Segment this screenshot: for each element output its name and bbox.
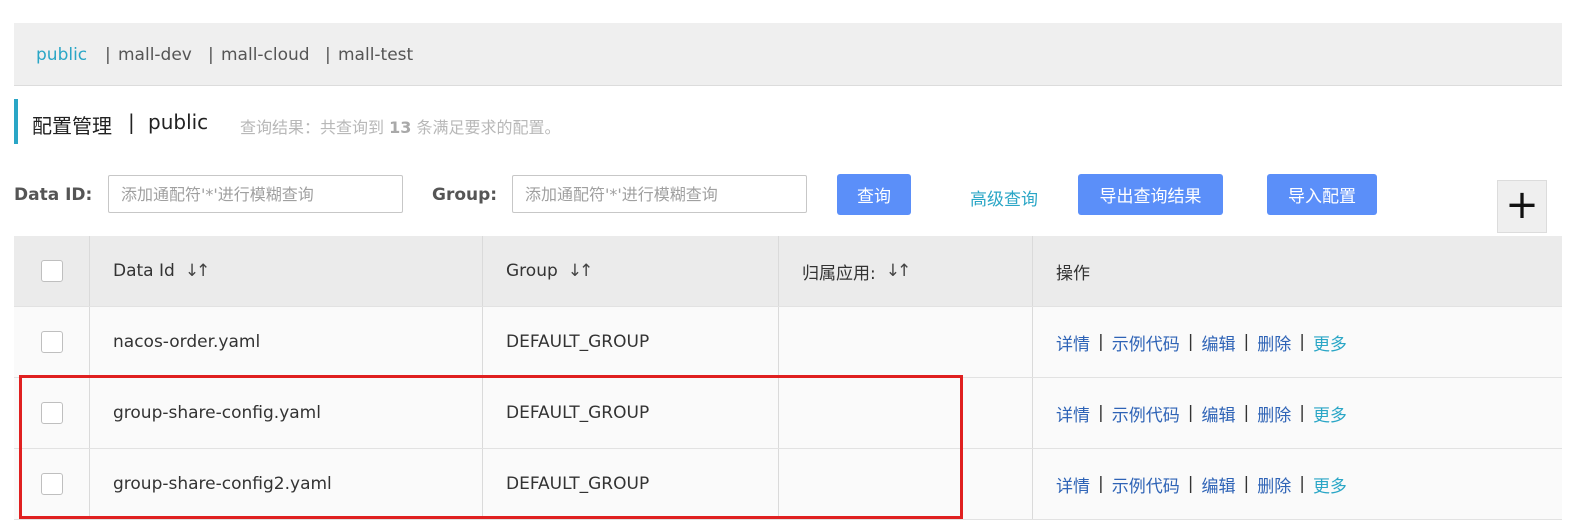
cell-group: DEFAULT_GROUP — [483, 307, 779, 377]
result-suffix: 条满足要求的配置。 — [416, 118, 561, 137]
action-separator: | — [1243, 474, 1250, 494]
title-separator: | — [128, 110, 135, 134]
sort-icon[interactable]: ↓↑ — [568, 261, 593, 281]
plus-icon: + — [1505, 182, 1539, 228]
cell-app — [779, 378, 1033, 448]
cell-actions: 详情 | 示例代码 | 编辑 | 删除 | 更多 — [1033, 378, 1562, 448]
namespace-bar: public | mall-dev | mall-cloud | mall-te… — [14, 23, 1562, 86]
table-row: group-share-config.yaml DEFAULT_GROUP 详情… — [14, 378, 1562, 449]
sort-icon[interactable]: ↓↑ — [886, 261, 911, 281]
group-input[interactable] — [512, 175, 807, 213]
cell-data-id: group-share-config.yaml — [90, 378, 483, 448]
table-row: nacos-order.yaml DEFAULT_GROUP 详情 | 示例代码 | 编… — [14, 307, 1562, 378]
action-separator: | — [1098, 332, 1104, 352]
detail-link[interactable]: 详情 — [1056, 330, 1090, 355]
data-id-input[interactable] — [108, 175, 403, 213]
cell-group: DEFAULT_GROUP — [483, 449, 779, 519]
column-header-label: 归属应用: — [802, 263, 876, 284]
cell-data-id: group-share-config2.yaml — [90, 449, 483, 519]
row-checkbox[interactable] — [40, 331, 63, 353]
page-title: 配置管理 — [32, 114, 112, 138]
result-count: 13 — [389, 118, 412, 137]
select-all-cell — [14, 236, 90, 306]
detail-link[interactable]: 详情 — [1056, 472, 1090, 497]
namespace-separator: | — [325, 45, 331, 65]
action-separator: | — [1187, 332, 1194, 352]
column-header-label: 操作 — [1056, 263, 1090, 284]
edit-link[interactable]: 编辑 — [1201, 330, 1235, 355]
delete-link[interactable]: 删除 — [1257, 472, 1291, 497]
cell-app — [779, 449, 1033, 519]
page-header: 配置管理 | public 查询结果：共查询到 13 条满足要求的配置。 — [14, 99, 1114, 144]
delete-link[interactable]: 删除 — [1257, 330, 1291, 355]
config-table: Data Id ↓↑ Group ↓↑ 归属应用: ↓↑ 操作 nacos-order… — [14, 236, 1562, 520]
column-header-app[interactable]: 归属应用: ↓↑ — [779, 236, 1033, 306]
select-all-checkbox[interactable] — [40, 260, 63, 282]
cell-group: DEFAULT_GROUP — [483, 378, 779, 448]
action-separator: | — [1243, 332, 1250, 352]
namespace-separator: | — [208, 45, 214, 65]
group-label: Group: — [432, 185, 498, 205]
import-config-button[interactable]: 导入配置 — [1267, 174, 1377, 215]
namespace-separator: | — [105, 45, 111, 65]
column-header-label: Data Id — [113, 261, 175, 281]
namespace-tab-mall-cloud[interactable]: mall-cloud — [221, 45, 310, 65]
cell-data-id: nacos-order.yaml — [90, 307, 483, 377]
action-separator: | — [1187, 474, 1194, 494]
action-separator: | — [1098, 474, 1104, 494]
action-separator: | — [1187, 403, 1194, 423]
action-separator: | — [1299, 403, 1305, 423]
row-checkbox[interactable] — [40, 473, 63, 495]
query-result-summary: 查询结果：共查询到 13 条满足要求的配置。 — [240, 114, 560, 138]
title-accent-bar — [14, 99, 18, 144]
column-header-actions: 操作 — [1033, 236, 1562, 306]
namespace-tab-mall-test[interactable]: mall-test — [338, 45, 413, 65]
action-separator: | — [1299, 474, 1305, 494]
more-link[interactable]: 更多 — [1313, 330, 1347, 355]
column-header-data-id[interactable]: Data Id ↓↑ — [90, 236, 483, 306]
cell-actions: 详情 | 示例代码 | 编辑 | 删除 | 更多 — [1033, 307, 1562, 377]
table-row: group-share-config2.yaml DEFAULT_GROUP 详… — [14, 449, 1562, 520]
edit-link[interactable]: 编辑 — [1201, 401, 1235, 426]
namespace-tab-public[interactable]: public — [36, 45, 87, 65]
column-header-label: Group — [506, 261, 558, 281]
delete-link[interactable]: 删除 — [1257, 401, 1291, 426]
sample-code-link[interactable]: 示例代码 — [1112, 401, 1180, 426]
sort-icon[interactable]: ↓↑ — [185, 261, 210, 281]
row-checkbox[interactable] — [40, 402, 63, 424]
detail-link[interactable]: 详情 — [1056, 401, 1090, 426]
row-select-cell — [14, 307, 90, 377]
export-results-button[interactable]: 导出查询结果 — [1078, 174, 1223, 215]
current-namespace: public — [148, 110, 209, 134]
sample-code-link[interactable]: 示例代码 — [1112, 472, 1180, 497]
advanced-query-link[interactable]: 高级查询 — [970, 185, 1038, 210]
action-separator: | — [1098, 403, 1104, 423]
more-link[interactable]: 更多 — [1313, 472, 1347, 497]
action-separator: | — [1299, 332, 1305, 352]
query-button[interactable]: 查询 — [837, 174, 911, 215]
namespace-tab-mall-dev[interactable]: mall-dev — [118, 45, 192, 65]
more-link[interactable]: 更多 — [1313, 401, 1347, 426]
add-config-button[interactable]: + — [1497, 180, 1547, 233]
edit-link[interactable]: 编辑 — [1201, 472, 1235, 497]
row-select-cell — [14, 378, 90, 448]
row-select-cell — [14, 449, 90, 519]
cell-app — [779, 307, 1033, 377]
result-prefix: 查询结果：共查询到 — [240, 118, 385, 137]
action-separator: | — [1243, 403, 1250, 423]
sample-code-link[interactable]: 示例代码 — [1112, 330, 1180, 355]
data-id-label: Data ID: — [14, 185, 93, 205]
column-header-group[interactable]: Group ↓↑ — [483, 236, 779, 306]
table-header-row: Data Id ↓↑ Group ↓↑ 归属应用: ↓↑ 操作 — [14, 236, 1562, 307]
cell-actions: 详情 | 示例代码 | 编辑 | 删除 | 更多 — [1033, 449, 1562, 519]
